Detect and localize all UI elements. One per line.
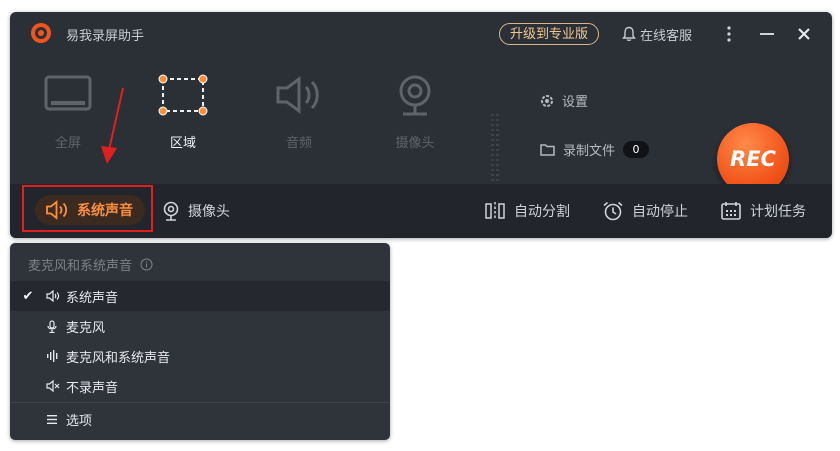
close-icon <box>798 28 810 40</box>
mode-label: 摄像头 <box>395 136 435 151</box>
upgrade-button[interactable]: 升级到专业版 <box>499 23 600 45</box>
menu-item-label: 麦克风和系统声音 <box>66 350 171 366</box>
camera-label: 摄像头 <box>188 204 230 220</box>
folder-icon <box>540 144 555 156</box>
webcam-icon <box>399 75 431 116</box>
menu-item-label: 不录声音 <box>66 380 119 396</box>
camera-toggle[interactable]: 摄像头 <box>162 184 230 238</box>
annotation-highlight-box <box>22 185 153 232</box>
menu-header: 麦克风和系统声音 <box>28 255 153 274</box>
calendar-icon <box>721 202 741 220</box>
record-label: REC <box>730 147 776 171</box>
mode-webcam[interactable]: 摄像头 <box>375 74 455 164</box>
microphone-icon <box>47 319 57 333</box>
close-button[interactable] <box>792 22 816 46</box>
audio-level-meter <box>491 114 499 191</box>
files-count-badge: 0 <box>623 141 650 158</box>
mute-icon <box>46 380 60 392</box>
minimize-icon <box>760 33 774 35</box>
more-vertical-icon <box>727 26 731 42</box>
menu-item-label: 麦克风 <box>66 320 106 336</box>
menu-item-mic-and-system[interactable]: 麦克风和系统声音 <box>10 341 390 371</box>
menu-options-label: 选项 <box>66 413 93 429</box>
bell-icon <box>622 26 636 42</box>
schedule-task-button[interactable]: 计划任务 <box>720 184 806 238</box>
mode-audio[interactable]: 音频 <box>259 74 339 164</box>
settings-link[interactable]: 设置 <box>540 91 588 110</box>
region-select-icon <box>158 74 208 116</box>
menu-item-system-sound[interactable]: ✔ 系统声音 <box>10 281 390 311</box>
recorded-files-label: 录制文件 <box>563 144 616 159</box>
auto-split-button[interactable]: 自动分割 <box>484 184 570 238</box>
settings-label: 设置 <box>562 95 589 110</box>
app-logo-icon <box>31 23 51 43</box>
menu-divider <box>10 402 390 403</box>
capture-mode-panel: 全屏 区域 音频 摄像头 设置 录制文件 0 REC <box>10 54 832 195</box>
gear-icon <box>541 94 553 107</box>
schedule-task-label: 计划任务 <box>750 204 806 220</box>
auto-stop-label: 自动停止 <box>632 204 688 220</box>
alarm-clock-icon <box>603 201 623 221</box>
info-icon[interactable] <box>140 258 153 271</box>
more-menu-button[interactable] <box>717 22 741 46</box>
checkmark-icon: ✔ <box>22 288 34 304</box>
speaker-icon <box>276 76 319 114</box>
annotation-arrow-icon <box>101 87 124 164</box>
webcam-icon <box>163 201 179 221</box>
online-support-label: 在线客服 <box>640 28 693 44</box>
recorded-files-link[interactable]: 录制文件 0 <box>540 140 650 159</box>
menu-item-no-audio[interactable]: 不录声音 <box>10 371 390 401</box>
minimize-button[interactable] <box>755 22 779 46</box>
online-support-link[interactable]: 在线客服 <box>622 24 692 44</box>
menu-item-microphone[interactable]: 麦克风 <box>10 311 390 341</box>
mode-region[interactable]: 区域 <box>143 74 223 164</box>
app-title: 易我录屏助手 <box>66 29 145 44</box>
mode-label: 区域 <box>169 136 196 151</box>
menu-item-label: 系统声音 <box>66 290 119 306</box>
auto-stop-button[interactable]: 自动停止 <box>602 184 688 238</box>
options-icon <box>47 414 57 424</box>
menu-header-label: 麦克风和系统声音 <box>28 259 133 274</box>
auto-split-label: 自动分割 <box>514 204 570 220</box>
split-icon <box>485 202 505 220</box>
mode-label: 音频 <box>285 136 312 151</box>
monitor-icon <box>44 75 92 111</box>
audio-source-menu: 麦克风和系统声音 ✔ 系统声音 麦克风 麦克风和系统声音 不录声音 选项 <box>10 243 390 440</box>
menu-item-options[interactable]: 选项 <box>10 404 390 434</box>
waveform-icon <box>47 350 58 362</box>
title-bar: 易我录屏助手 升级到专业版 在线客服 <box>10 12 832 54</box>
speaker-icon <box>46 290 60 302</box>
